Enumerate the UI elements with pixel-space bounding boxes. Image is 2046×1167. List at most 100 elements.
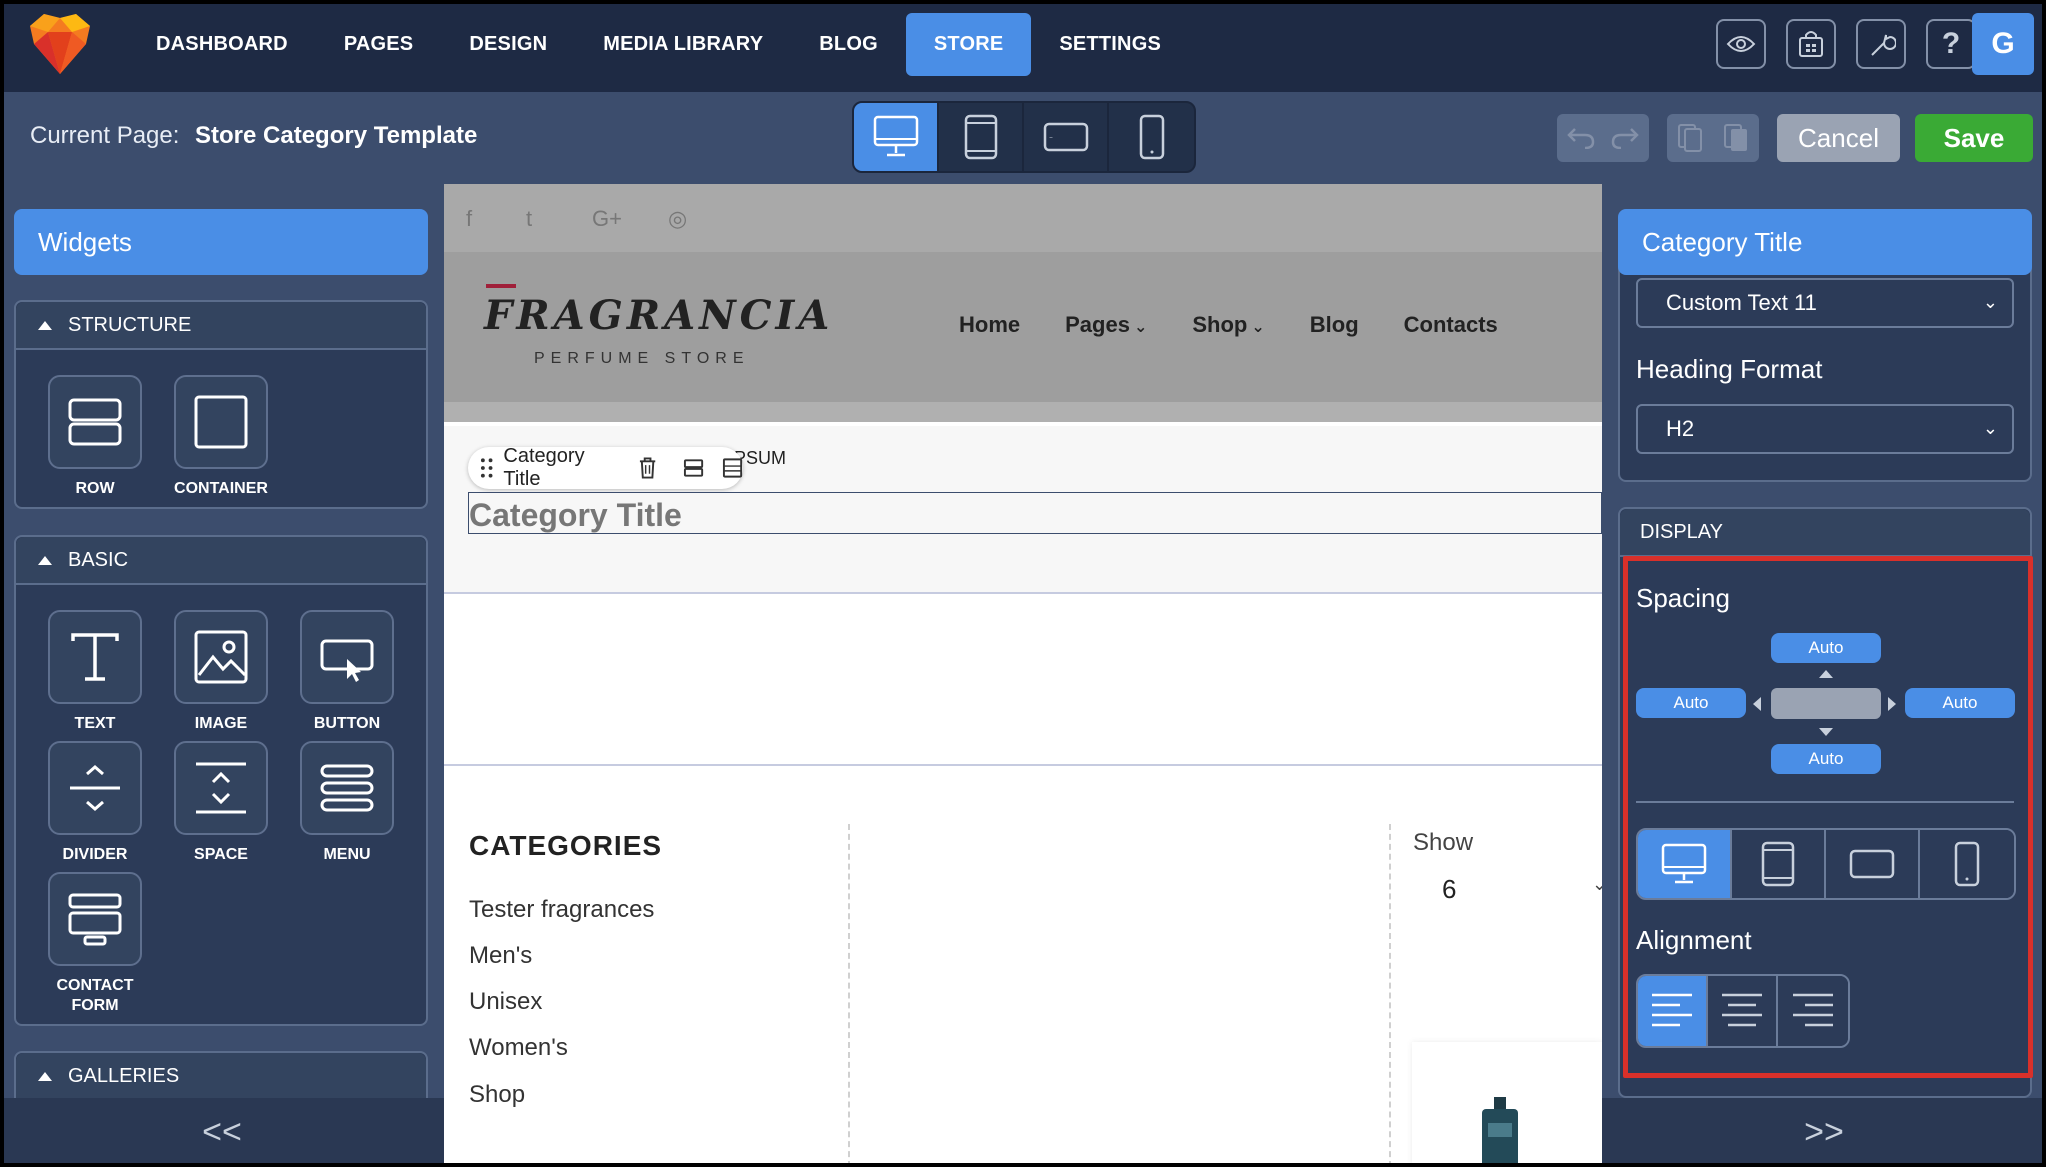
- nav-store[interactable]: STORE: [905, 13, 1032, 76]
- category-title-element[interactable]: Category Title: [468, 492, 1602, 534]
- eye-icon: [1726, 36, 1756, 52]
- menu-widget-label: MENU: [323, 846, 371, 863]
- text-style-select[interactable]: Custom Text 11 ⌄: [1636, 278, 2014, 328]
- category-link[interactable]: Tester fragrances: [469, 896, 654, 924]
- help-button[interactable]: ?: [1926, 19, 1976, 69]
- text-icon: [71, 633, 119, 681]
- google-plus-icon[interactable]: G+: [592, 206, 622, 232]
- cancel-button[interactable]: Cancel: [1777, 114, 1900, 162]
- element-toolbar: Category Title: [468, 445, 743, 490]
- widget-button[interactable]: BUTTON: [292, 610, 402, 734]
- widget-menu[interactable]: MENU: [292, 741, 402, 865]
- chevron-down-icon: ⌄: [1982, 292, 1998, 312]
- preview-button[interactable]: [1716, 19, 1766, 69]
- site-nav-home[interactable]: Home: [959, 312, 1020, 338]
- image-widget-label: IMAGE: [194, 715, 248, 732]
- tablet-icon: [964, 114, 997, 160]
- widget-image[interactable]: IMAGE: [166, 610, 276, 734]
- save-button[interactable]: Save: [1915, 114, 2033, 162]
- facebook-icon[interactable]: f: [466, 206, 472, 232]
- site-logo[interactable]: FRAGRANCIA: [484, 292, 833, 339]
- contact-form-widget-box: [48, 872, 142, 966]
- undo-icon: [1567, 128, 1595, 149]
- collapse-left-sidebar[interactable]: <<: [0, 1098, 444, 1167]
- instagram-icon[interactable]: ◎: [668, 206, 687, 232]
- menu-icon: [320, 764, 374, 812]
- category-link[interactable]: Unisex: [469, 988, 542, 1016]
- container-widget-label: CONTAINER: [174, 480, 268, 497]
- widget-contact-form[interactable]: CONTACT FORM: [40, 872, 150, 1016]
- brand-logo-icon[interactable]: [28, 14, 92, 76]
- desktop-icon: [873, 115, 918, 157]
- store-bag-button[interactable]: [1786, 19, 1836, 69]
- site-nav-pages[interactable]: Pages: [1065, 312, 1147, 338]
- category-link[interactable]: Shop: [469, 1081, 525, 1109]
- container-icon: [194, 395, 248, 449]
- site-nav-contacts[interactable]: Contacts: [1404, 312, 1498, 338]
- shopping-bag-icon: [1799, 31, 1823, 57]
- category-link[interactable]: Women's: [469, 1034, 568, 1062]
- text-widget-box: [48, 610, 142, 704]
- parent-row-icon[interactable]: [683, 457, 704, 479]
- structure-section-header[interactable]: STRUCTURE: [16, 302, 426, 350]
- device-tablet-landscape-button[interactable]: [1024, 103, 1109, 171]
- highlight-annotation-box: [1623, 556, 2033, 1078]
- heading-format-value: H2: [1666, 416, 1695, 441]
- display-heading: DISPLAY: [1640, 520, 1723, 543]
- copy-paste-group: [1667, 114, 1759, 162]
- nav-media-library[interactable]: MEDIA LIBRARY: [575, 13, 791, 76]
- widget-text[interactable]: TEXT: [40, 610, 150, 734]
- nav-dashboard[interactable]: DASHBOARD: [128, 13, 316, 76]
- nav-design[interactable]: DESIGN: [441, 13, 575, 76]
- drag-handle-icon[interactable]: [480, 457, 493, 479]
- device-tablet-button[interactable]: [939, 103, 1024, 171]
- site-nav-blog[interactable]: Blog: [1310, 312, 1359, 338]
- paste-button[interactable]: [1713, 114, 1759, 162]
- main-nav: DASHBOARD PAGES DESIGN MEDIA LIBRARY BLO…: [128, 13, 1189, 76]
- galleries-section-header[interactable]: GALLERIES: [16, 1053, 426, 1101]
- product-card[interactable]: [1412, 1042, 1602, 1167]
- wrench-icon: [1871, 34, 1896, 56]
- tools-button[interactable]: [1856, 19, 1906, 69]
- widget-container[interactable]: CONTAINER: [166, 375, 276, 499]
- button-widget-box: [300, 610, 394, 704]
- widget-divider[interactable]: DIVIDER: [40, 741, 150, 865]
- copy-button[interactable]: [1667, 114, 1713, 162]
- show-count-label: Show: [1413, 829, 1474, 856]
- device-desktop-button[interactable]: [854, 103, 939, 171]
- top-action-icons: ?: [1716, 19, 1976, 69]
- device-mobile-button[interactable]: [1109, 103, 1194, 171]
- chevron-down-icon[interactable]: ⌄: [1592, 874, 1602, 895]
- button-widget-label: BUTTON: [313, 715, 381, 732]
- widget-row[interactable]: ROW: [40, 375, 150, 499]
- category-link[interactable]: Men's: [469, 942, 532, 970]
- undo-button[interactable]: [1557, 114, 1603, 162]
- nav-blog[interactable]: BLOG: [791, 13, 906, 76]
- basic-section-header[interactable]: BASIC: [16, 537, 426, 585]
- redo-button[interactable]: [1603, 114, 1649, 162]
- trash-icon[interactable]: [638, 456, 657, 480]
- row-widget-box: [48, 375, 142, 469]
- collapse-caret-icon: [38, 320, 52, 330]
- expand-right-sidebar[interactable]: >>: [1602, 1098, 2046, 1167]
- site-nav-shop[interactable]: Shop: [1192, 312, 1264, 338]
- element-toolbar-label: Category Title: [503, 445, 585, 490]
- collapse-caret-icon: [38, 555, 52, 565]
- properties-panel-title: Category Title: [1618, 209, 2032, 275]
- display-section-header[interactable]: DISPLAY: [1620, 509, 2030, 557]
- row-widget-label: ROW: [75, 480, 115, 497]
- top-navigation-bar: DASHBOARD PAGES DESIGN MEDIA LIBRARY BLO…: [0, 0, 2046, 92]
- social-bar: f t G+ ◎: [444, 184, 1602, 252]
- copy-icon: [1678, 124, 1702, 152]
- perfume-bottle-icon: [1482, 1097, 1518, 1167]
- widget-space[interactable]: SPACE: [166, 741, 276, 865]
- show-count-select[interactable]: 6: [1442, 874, 1456, 905]
- page-canvas: f t G+ ◎ FRAGRANCIA PERFUME STORE Home P…: [444, 184, 1602, 1167]
- nav-settings[interactable]: SETTINGS: [1031, 13, 1189, 76]
- parent-container-icon[interactable]: [722, 457, 743, 479]
- nav-pages[interactable]: PAGES: [316, 13, 442, 76]
- twitter-icon[interactable]: t: [526, 206, 532, 232]
- heading-format-select[interactable]: H2 ⌄: [1636, 404, 2014, 454]
- user-avatar[interactable]: G: [1972, 13, 2034, 75]
- redo-icon: [1611, 128, 1639, 149]
